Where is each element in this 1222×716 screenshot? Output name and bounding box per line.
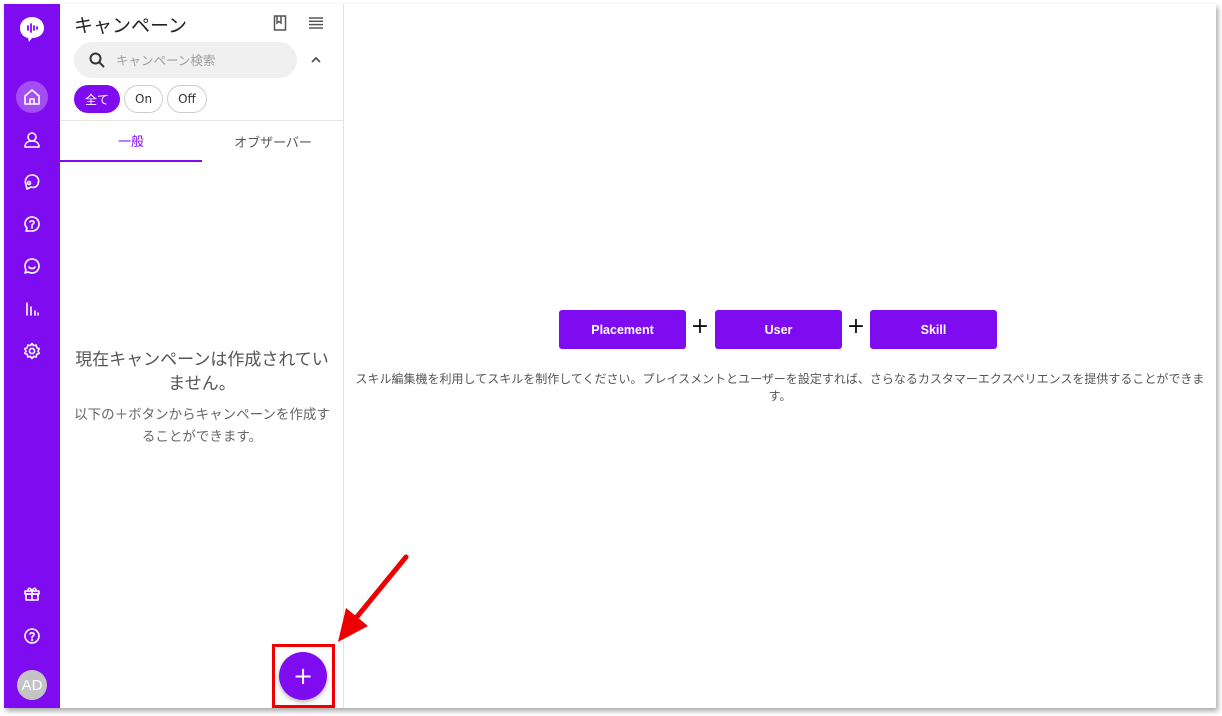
help-bubble-icon (24, 216, 40, 232)
user-block: User (715, 310, 842, 349)
rail-help[interactable] (16, 620, 48, 652)
tab-observer[interactable]: オブザーバー (202, 120, 344, 162)
rail-conversation[interactable] (16, 166, 48, 198)
list-menu-button[interactable] (306, 13, 326, 33)
rail-gift[interactable] (16, 577, 48, 609)
left-rail: AD (4, 4, 60, 708)
tab-general[interactable]: 一般 (60, 120, 202, 162)
empty-state-title: 現在キャンペーンは作成されていません。 (75, 350, 329, 394)
rail-analytics[interactable] (16, 293, 48, 325)
main-area: Placement + User + Skill スキル編集機を利用してスキルを… (344, 4, 1216, 708)
chevron-up-icon (311, 56, 321, 63)
search-box[interactable] (74, 42, 297, 78)
settings-icon (24, 342, 40, 360)
list-icon (309, 17, 323, 29)
analytics-icon (26, 302, 39, 316)
search-input[interactable] (116, 52, 276, 68)
rail-chat[interactable] (16, 250, 48, 282)
chat-logo-icon[interactable] (17, 14, 47, 44)
app-window: AD キャンペーン 全て On (4, 4, 1216, 708)
campaign-panel: キャンペーン 全て On Off (60, 4, 344, 708)
bookmark-button[interactable] (270, 13, 290, 33)
annotation-arrow-icon (338, 554, 409, 642)
help-icon (24, 628, 40, 644)
rail-home[interactable] (16, 81, 48, 113)
plus-sign: + (690, 314, 710, 339)
rail-help-bubble[interactable] (16, 208, 48, 240)
filter-all[interactable]: 全て (74, 85, 121, 113)
skill-description: スキル編集機を利用してスキルを制作してください。プレイスメントとユーザーを設定す… (355, 372, 1205, 403)
home-icon (24, 89, 40, 105)
collapse-button[interactable] (308, 52, 324, 68)
annotation-highlight-box (272, 644, 335, 708)
rail-settings[interactable] (16, 335, 48, 367)
avatar[interactable]: AD (17, 670, 47, 700)
empty-state-subtitle: 以下の＋ボタンからキャンペーンを作成することができます。 (74, 407, 330, 445)
gift-icon (24, 587, 40, 601)
rail-user[interactable] (16, 124, 48, 156)
filter-on[interactable]: On (124, 85, 164, 113)
placement-block: Placement (559, 310, 686, 349)
plus-sign: + (846, 314, 866, 339)
user-icon (24, 132, 40, 148)
skill-block: Skill (870, 310, 997, 349)
search-icon (89, 52, 105, 68)
bookmark-icon (273, 15, 287, 31)
filter-off[interactable]: Off (167, 85, 207, 113)
chat-icon (24, 258, 40, 274)
panel-title: キャンペーン (74, 15, 188, 37)
conversation-icon (24, 174, 40, 190)
filter-chips: 全て On Off (74, 85, 207, 113)
